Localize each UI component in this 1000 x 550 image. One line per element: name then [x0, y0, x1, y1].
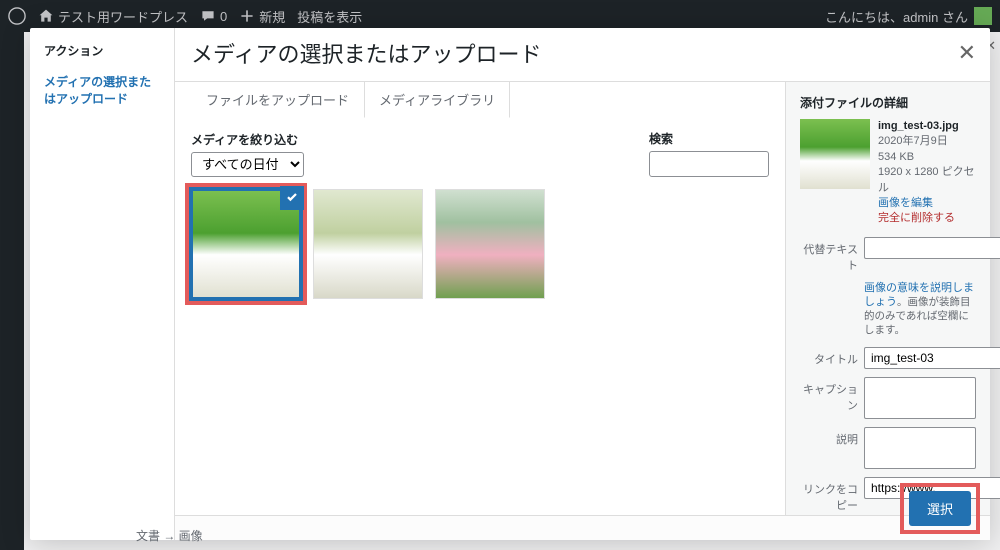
new-content-link[interactable]: 新規 [239, 7, 285, 26]
highlight-annotation: 選択 [900, 483, 980, 534]
detail-thumbnail [800, 119, 870, 189]
close-button[interactable]: ✕ [958, 40, 976, 66]
media-thumbnail-3[interactable] [435, 189, 545, 299]
detail-date: 2020年7月9日 [878, 134, 976, 149]
search-label: 検索 [649, 130, 769, 147]
comments-link[interactable]: 0 [200, 8, 227, 24]
search-input[interactable] [649, 151, 769, 177]
edit-image-link[interactable]: 画像を編集 [878, 197, 933, 209]
plus-icon [239, 8, 255, 24]
avatar-icon[interactable] [974, 7, 992, 25]
site-name-link[interactable]: テスト用ワードプレス [38, 7, 188, 26]
wp-logo-icon[interactable] [8, 7, 26, 25]
media-thumbnail-1[interactable] [191, 189, 301, 299]
alt-help-text: 画像の意味を説明しましょう。画像が装飾目的のみであれば空欄にします。 [864, 281, 976, 338]
title-input[interactable] [864, 347, 1000, 369]
comment-icon [200, 8, 216, 24]
view-post-link[interactable]: 投稿を表示 [297, 7, 362, 26]
tab-library[interactable]: メディアライブラリ [364, 81, 510, 118]
modal-sidebar: アクション メディアの選択またはアップロード [30, 28, 175, 540]
filter-label: メディアを絞り込む [191, 131, 304, 148]
detail-filename: img_test-03.jpg [878, 119, 976, 134]
description-input[interactable] [864, 427, 976, 469]
copy-link-label: リンクをコピー [800, 477, 858, 513]
sidebar-nav-select-media[interactable]: メディアの選択またはアップロード [44, 73, 160, 107]
detail-dimensions: 1920 x 1280 ピクセル [878, 165, 976, 196]
description-label: 説明 [800, 427, 858, 447]
attachment-details: 添付ファイルの詳細 img_test-03.jpg 2020年7月9日 534 … [785, 82, 990, 515]
modal-title: メディアの選択またはアップロード [191, 38, 541, 71]
title-label: タイトル [800, 347, 858, 367]
media-thumbnail-2[interactable] [313, 189, 423, 299]
detail-filesize: 534 KB [878, 150, 976, 165]
details-heading: 添付ファイルの詳細 [800, 94, 976, 111]
alt-label: 代替テキスト [800, 237, 858, 273]
select-button[interactable]: 選択 [909, 491, 971, 526]
greeting-text[interactable]: こんにちは、admin さん [825, 7, 968, 26]
modal-footer: 選択 [175, 515, 990, 540]
date-filter-select[interactable]: すべての日付 [191, 152, 304, 177]
selected-check-icon[interactable] [280, 186, 304, 210]
sidebar-heading: アクション [44, 42, 160, 59]
caption-label: キャプション [800, 377, 858, 413]
home-icon [38, 8, 54, 24]
tab-upload[interactable]: ファイルをアップロード [191, 81, 364, 118]
breadcrumb[interactable]: 文書 → 画像 [120, 521, 219, 550]
caption-input[interactable] [864, 377, 976, 419]
modal-header: メディアの選択またはアップロード ✕ [175, 28, 990, 82]
admin-sidebar-collapsed [0, 32, 24, 550]
media-modal: アクション メディアの選択またはアップロード メディアの選択またはアップロード … [30, 28, 990, 540]
delete-link[interactable]: 完全に削除する [878, 212, 955, 224]
alt-text-input[interactable] [864, 237, 1000, 259]
